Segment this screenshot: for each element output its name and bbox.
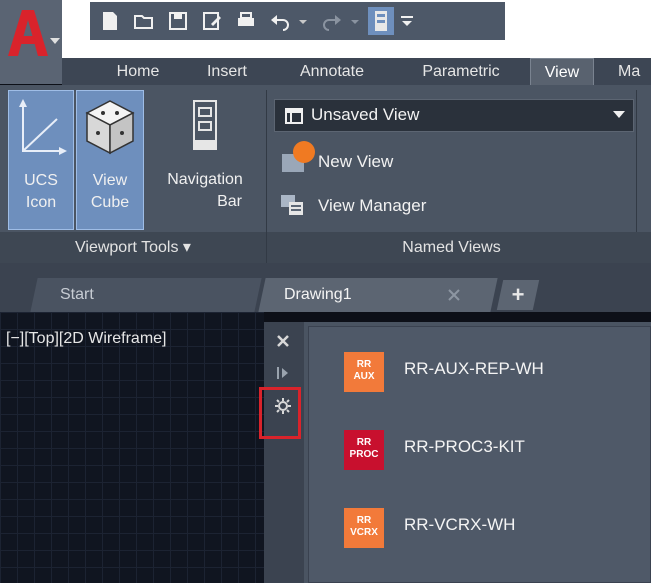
tool-palette-titlebar <box>264 322 304 583</box>
view-cube-button[interactable]: View Cube <box>76 90 144 230</box>
tool-block-icon: RR PROC <box>344 430 384 470</box>
tab-home[interactable]: Home <box>100 58 176 85</box>
tool-block-icon: RR AUX <box>344 352 384 392</box>
view-cube-label-2: Cube <box>90 194 130 211</box>
tab-manage[interactable]: Ma <box>618 58 651 85</box>
tool-item-label: RR-PROC3-KIT <box>404 437 525 456</box>
new-view-label: New View <box>318 152 394 171</box>
workspace-icon[interactable] <box>368 7 394 35</box>
close-tab-icon[interactable] <box>448 289 460 301</box>
autocad-logo-icon <box>8 10 48 56</box>
plot-icon[interactable] <box>236 11 256 31</box>
tool-block-icon: RR VCRX <box>344 508 384 548</box>
redo-dropdown-icon[interactable] <box>350 11 360 31</box>
navigation-bar-label-1: Navigation <box>167 171 243 188</box>
chevron-down-icon <box>50 38 60 44</box>
undo-dropdown-icon[interactable] <box>298 11 308 31</box>
named-view-dropdown[interactable]: Unsaved View <box>274 99 634 132</box>
application-menu-button[interactable] <box>0 0 62 84</box>
named-views-panel-label: Named Views <box>402 239 501 256</box>
undo-icon[interactable] <box>270 11 290 31</box>
new-view-icon <box>282 141 315 172</box>
panel-divider <box>266 232 267 263</box>
ucs-axis-icon <box>19 99 67 155</box>
view-icon <box>285 108 303 124</box>
save-as-icon[interactable] <box>202 11 222 31</box>
view-cube-icon <box>85 100 135 155</box>
tool-item[interactable]: RR PROC RR-PROC3-KIT <box>338 424 638 474</box>
view-manager-button[interactable]: View Manager <box>280 190 480 220</box>
tool-item-label: RR-AUX-REP-WH <box>404 359 544 378</box>
quick-access-toolbar <box>90 2 505 40</box>
tab-annotate[interactable]: Annotate <box>282 58 382 85</box>
tool-item[interactable]: RR VCRX RR-VCRX-WH <box>338 502 638 552</box>
view-manager-icon <box>281 195 303 215</box>
tab-insert[interactable]: Insert <box>192 58 262 85</box>
new-view-button[interactable]: New View <box>280 140 440 176</box>
customize-qat-icon[interactable] <box>400 11 414 31</box>
tab-parametric[interactable]: Parametric <box>402 58 520 85</box>
chevron-down-icon <box>613 111 625 118</box>
tool-item[interactable]: RR AUX RR-AUX-REP-WH <box>338 346 638 396</box>
navigation-bar-label-2: Bar <box>217 193 242 210</box>
file-tab-drawing1[interactable]: Drawing1 <box>284 278 404 312</box>
highlight-box <box>259 387 301 439</box>
viewport-tools-panel-label[interactable]: Viewport Tools ▾ <box>0 232 266 263</box>
file-tab-start[interactable]: Start <box>60 278 220 312</box>
tab-view[interactable]: View <box>530 58 594 85</box>
view-cube-label-1: View <box>92 172 128 189</box>
named-view-value: Unsaved View <box>311 105 420 124</box>
drawing-canvas[interactable] <box>0 312 264 583</box>
close-icon[interactable] <box>276 334 290 348</box>
new-file-icon[interactable] <box>100 11 120 31</box>
navigation-bar-icon <box>193 100 217 150</box>
redo-icon[interactable] <box>322 11 342 31</box>
open-file-icon[interactable] <box>134 11 154 31</box>
auto-hide-icon[interactable] <box>276 366 290 380</box>
tool-item-label: RR-VCRX-WH <box>404 515 516 534</box>
new-tab-button[interactable]: + <box>506 280 530 310</box>
save-icon[interactable] <box>168 11 188 31</box>
ucs-icon-label-2: Icon <box>25 194 57 211</box>
view-manager-label: View Manager <box>318 196 427 215</box>
ucs-icon-label-1: UCS <box>24 172 58 189</box>
viewport-controls-label[interactable]: [−][Top][2D Wireframe] <box>6 330 167 348</box>
navigation-bar-button[interactable]: Navigation Bar <box>150 90 260 230</box>
ucs-icon-button[interactable]: UCS Icon <box>8 90 74 230</box>
